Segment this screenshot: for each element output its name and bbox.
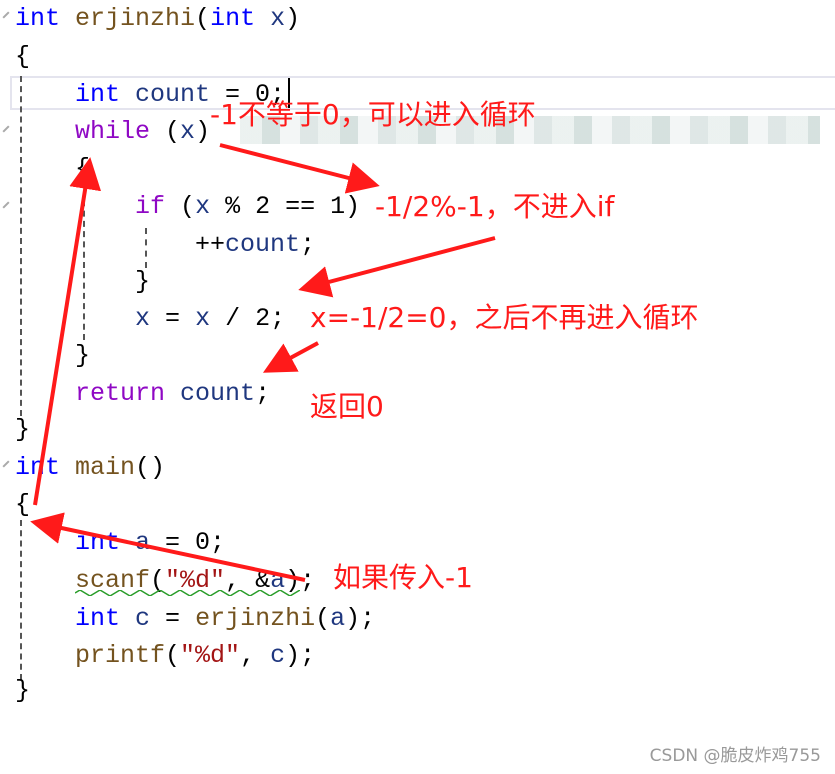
arrow <box>219 143 380 194</box>
annotation-if-skip: -1/2%-1，不进入if <box>375 190 615 223</box>
arrow <box>262 341 319 373</box>
arrow <box>298 236 496 298</box>
code-editor: int erjinzhi(int x){ int count = 0; whil… <box>0 0 835 774</box>
annotation-loop-enter: -1不等于0，可以进入循环 <box>210 98 536 131</box>
annotation-return-zero: 返回0 <box>310 390 384 423</box>
annotation-input: 如果传入-1 <box>333 561 473 594</box>
arrow <box>30 512 306 582</box>
watermark: CSDN @脆皮炸鸡755 <box>649 746 821 766</box>
arrow <box>33 157 102 506</box>
annotation-x-zero: x=-1/2=0，之后不再进入循环 <box>310 301 699 334</box>
